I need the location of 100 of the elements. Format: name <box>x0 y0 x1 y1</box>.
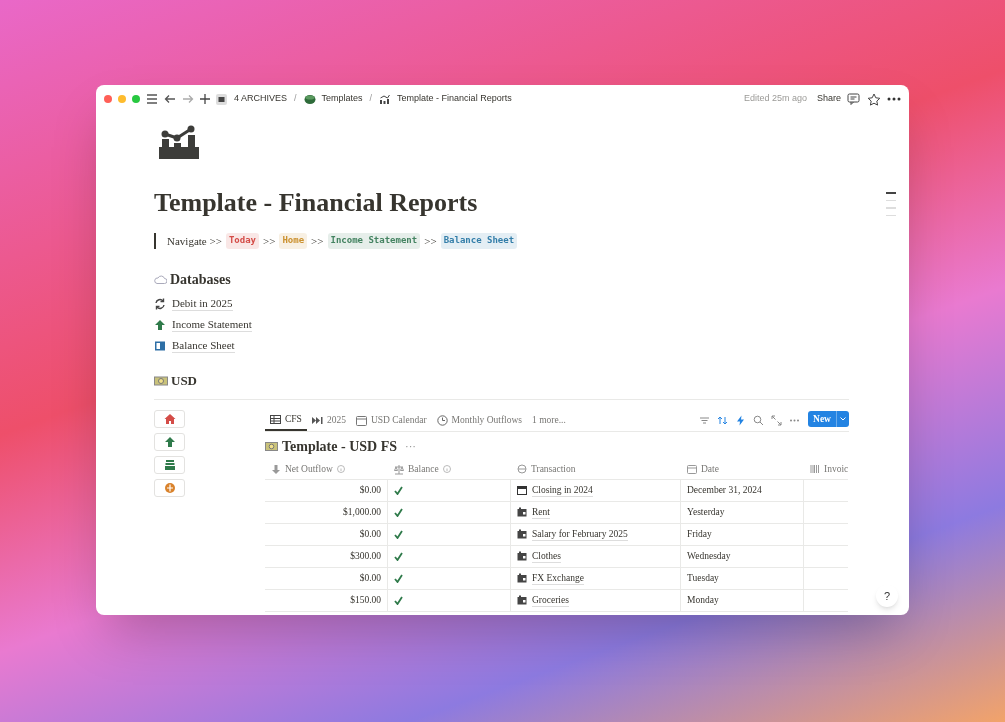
view-title: Template - USD FS <box>282 438 397 456</box>
page-link[interactable]: Clothes <box>532 549 562 563</box>
database-icon <box>303 93 316 105</box>
clock-icon <box>436 414 448 426</box>
info-icon <box>442 465 451 473</box>
breadcrumb-separator: / <box>294 92 297 106</box>
inbox-icon <box>163 458 176 471</box>
page-link[interactable]: FX Exchange <box>532 571 584 585</box>
archive-icon <box>216 93 228 105</box>
table-icon <box>270 413 281 425</box>
table-cell-text: $150.00 <box>350 593 381 607</box>
page-link[interactable]: Rent <box>532 505 550 519</box>
view-tab[interactable]: 2025 <box>306 409 351 431</box>
cloud-icon <box>154 275 167 284</box>
folder-icon <box>517 507 527 517</box>
column-header[interactable]: Date <box>701 461 719 477</box>
more-icon[interactable] <box>887 97 901 101</box>
page-link[interactable]: Groceries <box>532 593 569 607</box>
page-link[interactable]: Income Statement <box>172 317 252 332</box>
page-link[interactable]: Income Statement <box>327 233 421 249</box>
close-button[interactable] <box>104 95 112 103</box>
breadcrumb-separator: / <box>369 92 373 106</box>
folder-icon <box>517 551 527 561</box>
chart-icon <box>379 93 392 105</box>
separator-label: >> <box>262 233 276 249</box>
shortcut-button[interactable] <box>154 409 185 428</box>
sort-icon[interactable] <box>717 414 729 426</box>
table-cell-text: December 31, 2024 <box>687 483 762 497</box>
shortcut-button[interactable] <box>154 478 185 497</box>
section-heading: Databases <box>170 271 231 289</box>
breadcrumb-link[interactable]: Template - Financial Reports <box>397 92 512 106</box>
formula-icon <box>517 463 527 475</box>
banknote-icon <box>154 375 168 386</box>
page-title: Template - Financial Reports <box>154 187 479 219</box>
table-cell-text: Yesterday <box>687 505 725 519</box>
shortcut-button[interactable] <box>154 455 185 474</box>
barcode-icon <box>810 463 820 475</box>
navigate-label: Navigate >> <box>167 233 222 249</box>
more-button[interactable]: ··· <box>405 438 416 455</box>
view-tab[interactable]: 1 more... <box>527 409 571 431</box>
plus-icon[interactable] <box>200 94 210 104</box>
home-icon <box>163 412 176 425</box>
separator-label: >> <box>424 233 437 249</box>
search-icon[interactable] <box>753 414 765 426</box>
separator-label: >> <box>311 233 324 249</box>
share-button[interactable]: Share <box>816 92 841 106</box>
view-tab[interactable]: USD Calendar <box>350 409 432 431</box>
section-heading: USD <box>171 372 197 390</box>
book-icon <box>154 339 166 352</box>
comment-icon[interactable] <box>847 93 861 105</box>
table-cell-text: Friday <box>687 527 712 541</box>
banknote-icon <box>265 442 278 451</box>
filter-icon[interactable] <box>699 414 711 426</box>
table-cell-text: Wednesday <box>687 549 731 563</box>
back-arrow-icon[interactable] <box>164 94 176 104</box>
table-cell-text: $0.00 <box>359 571 381 585</box>
page-link[interactable]: Debit in 2025 <box>172 296 233 311</box>
help-button[interactable]: ? <box>876 585 898 607</box>
folder-icon <box>517 595 527 605</box>
table-cell-text: $1,000.00 <box>343 505 381 519</box>
shortcut-button[interactable] <box>154 432 185 451</box>
page-link[interactable]: Today <box>225 233 259 249</box>
view-tab[interactable]: CFS <box>265 409 307 431</box>
calendar-icon <box>687 463 697 475</box>
coin-icon <box>163 481 176 494</box>
new-button[interactable]: New <box>808 411 849 427</box>
page-link[interactable]: Balance Sheet <box>172 338 235 353</box>
column-header[interactable]: Transaction <box>531 461 576 477</box>
folder-icon <box>517 573 527 583</box>
table-cell-text: $0.00 <box>359 527 381 541</box>
edited-label: Edited 25m ago <box>743 92 807 106</box>
calendar-icon <box>355 414 367 426</box>
table-cell-text: Monday <box>687 593 719 607</box>
view-tab[interactable]: Monthly Outflows <box>431 409 528 431</box>
up-arrow-icon <box>163 435 176 448</box>
breadcrumb-link[interactable]: 4 ARCHIVES <box>234 92 288 106</box>
calendar-icon <box>517 485 527 495</box>
info-icon <box>336 465 345 473</box>
chart-icon <box>157 125 201 161</box>
page-outline[interactable] <box>886 192 896 216</box>
fast-forward-icon <box>311 414 323 426</box>
expand-icon[interactable] <box>771 414 783 426</box>
page-link[interactable]: Balance Sheet <box>440 233 518 249</box>
zoom-button[interactable] <box>132 95 140 103</box>
up-arrow-icon <box>154 318 166 331</box>
scale-icon <box>394 463 404 475</box>
page-link[interactable]: Salary for February 2025 <box>532 527 628 541</box>
column-header[interactable]: Balance <box>408 461 439 477</box>
menu-icon[interactable] <box>146 94 158 104</box>
down-arrow-icon <box>271 463 281 475</box>
folder-icon <box>517 529 527 539</box>
table-cell-text: $300.00 <box>350 549 381 563</box>
column-header[interactable]: Net Outflow <box>285 461 333 477</box>
table-cell-text: $0.00 <box>359 483 381 497</box>
page-link[interactable]: Closing in 2024 <box>532 483 593 497</box>
forward-arrow-icon[interactable] <box>182 94 194 104</box>
column-header[interactable]: Invoic <box>824 461 848 477</box>
breadcrumb-link[interactable]: Templates <box>321 92 363 106</box>
star-icon[interactable] <box>867 92 881 106</box>
caret-icon <box>837 415 849 423</box>
